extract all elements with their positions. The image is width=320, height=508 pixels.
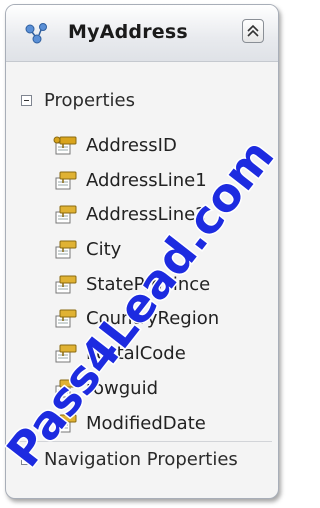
property-row[interactable]: AddressLine2	[6, 198, 278, 233]
property-row[interactable]: City	[6, 233, 278, 268]
entity-header[interactable]: MyAddress	[6, 5, 278, 62]
properties-section-label: Properties	[44, 90, 135, 111]
property-label: StateProvince	[86, 273, 211, 295]
property-label: CountryRegion	[86, 308, 220, 330]
double-chevron-up-icon	[247, 24, 259, 37]
property-row[interactable]: StateProvince	[6, 268, 278, 303]
property-row[interactable]: AddressID	[6, 129, 278, 164]
property-icon	[52, 377, 80, 401]
property-row[interactable]: CountryRegion	[6, 302, 278, 337]
property-icon	[52, 203, 80, 227]
property-label: City	[86, 239, 122, 261]
key-property-icon	[52, 134, 80, 158]
property-label: AddressLine1	[86, 169, 207, 191]
collapse-navigation-toggle[interactable]	[21, 454, 32, 465]
property-icon	[52, 238, 80, 262]
property-label: ModifiedDate	[86, 412, 206, 434]
entity-type-icon	[23, 21, 51, 45]
property-row[interactable]: AddressLine1	[6, 164, 278, 199]
property-label: AddressLine2	[86, 204, 207, 226]
section-divider	[12, 441, 272, 442]
property-icon	[52, 412, 80, 436]
property-icon	[52, 169, 80, 193]
property-row[interactable]: ModifiedDate	[6, 407, 278, 442]
navigation-section-header[interactable]: Navigation Properties	[6, 446, 278, 476]
navigation-section-label: Navigation Properties	[44, 449, 238, 470]
entity-title: MyAddress	[68, 21, 188, 43]
entity-shape[interactable]: MyAddress Properties AddressID AddressLin…	[5, 4, 279, 499]
property-label: rowguid	[86, 377, 158, 399]
property-list: AddressID AddressLine1 AddressLine2 City Sta…	[6, 129, 278, 441]
property-icon	[52, 273, 80, 297]
collapse-button[interactable]	[242, 19, 264, 43]
properties-section-header[interactable]: Properties	[6, 87, 278, 117]
property-label: PostalCode	[86, 343, 186, 365]
property-label: AddressID	[86, 135, 177, 156]
property-row[interactable]: PostalCode	[6, 337, 278, 372]
property-icon	[52, 307, 80, 331]
collapse-properties-toggle[interactable]	[21, 95, 32, 106]
property-icon	[52, 342, 80, 366]
property-row[interactable]: rowguid	[6, 372, 278, 407]
